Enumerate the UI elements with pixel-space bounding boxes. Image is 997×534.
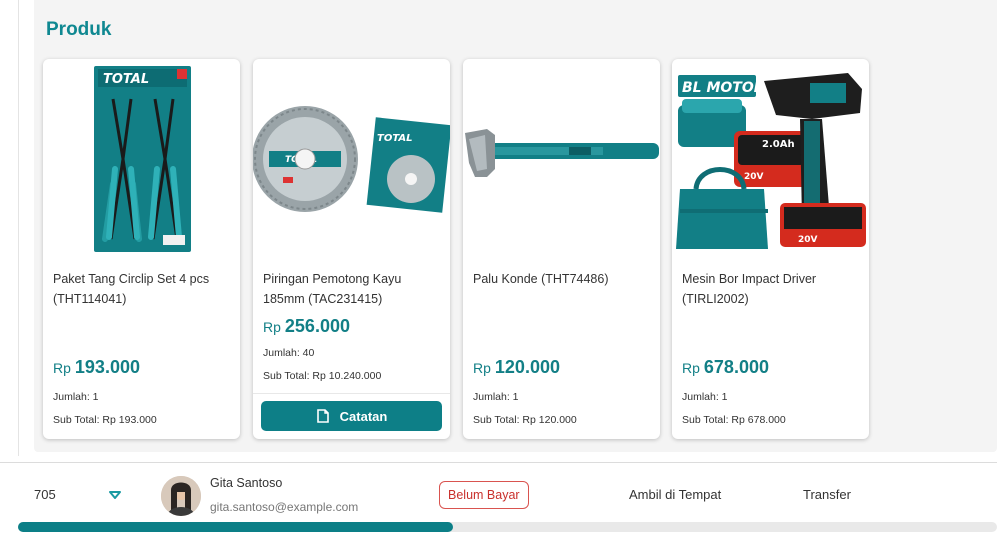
product-quantity: Jumlah: 1 <box>53 391 99 403</box>
brand-logo: TOTAL <box>103 72 149 87</box>
price-value: 256.000 <box>284 316 350 336</box>
product-card[interactable]: TOTAL Paket Tang Circlip Set 4 pcs (THT1… <box>43 59 240 439</box>
section-title: Produk <box>46 19 112 40</box>
product-subtotal: Sub Total: Rp 678.000 <box>682 414 786 426</box>
price-currency: Rp <box>473 360 491 376</box>
product-price: Rp 193.000 <box>53 357 140 378</box>
product-quantity: Jumlah: 40 <box>263 347 315 359</box>
order-row[interactable]: 705 Gita Santoso gita.santoso@example.co… <box>0 462 997 522</box>
product-subtotal: Sub Total: Rp 10.240.000 <box>263 370 382 382</box>
status-badge: Belum Bayar <box>439 481 529 509</box>
price-currency: Rp <box>682 360 700 376</box>
note-button[interactable]: Catatan <box>261 401 442 431</box>
price-value: 120.000 <box>494 357 560 377</box>
price-value: 678.000 <box>703 357 769 377</box>
avatar <box>161 476 201 516</box>
delivery-method: Ambil di Tempat <box>629 487 722 502</box>
order-id: 705 <box>34 487 56 502</box>
product-name: Piringan Pemotong Kayu 185mm (TAC231415) <box>263 272 402 306</box>
svg-text:20V: 20V <box>798 235 818 245</box>
product-card[interactable]: Palu Konde (THT74486) Rp 120.000 Jumlah: … <box>463 59 660 439</box>
product-quantity: Jumlah: 1 <box>473 391 519 403</box>
note-icon <box>316 409 329 423</box>
product-name: Palu Konde (THT74486) <box>473 272 609 286</box>
left-border <box>18 0 19 456</box>
product-card[interactable]: BL MOTOR 2.0Ah 20V 20V Mesin Bor Impact … <box>672 59 869 439</box>
row-divider <box>0 462 997 463</box>
svg-text:2.0Ah: 2.0Ah <box>762 139 795 150</box>
chevron-down-icon[interactable] <box>109 490 121 500</box>
product-image: BL MOTOR 2.0Ah 20V 20V <box>672 59 869 255</box>
payment-method: Transfer <box>803 487 851 502</box>
product-quantity: Jumlah: 1 <box>682 391 728 403</box>
product-subtotal: Sub Total: Rp 193.000 <box>53 414 157 426</box>
svg-text:BL MOTOR: BL MOTOR <box>682 80 765 96</box>
price-currency: Rp <box>53 360 71 376</box>
customer-email: gita.santoso@example.com <box>210 500 359 514</box>
product-name: Mesin Bor Impact Driver (TIRLI2002) <box>682 272 817 306</box>
product-subtotal: Sub Total: Rp 120.000 <box>473 414 577 426</box>
customer-name: Gita Santoso <box>210 476 283 490</box>
svg-text:TOTAL: TOTAL <box>377 133 412 144</box>
scrollbar-thumb[interactable] <box>18 522 453 532</box>
product-price: Rp 256.000 <box>263 316 350 337</box>
svg-text:20V: 20V <box>744 172 764 182</box>
price-value: 193.000 <box>74 357 140 377</box>
note-button-label: Catatan <box>339 408 388 424</box>
product-image <box>463 59 660 255</box>
product-card[interactable]: TOTAL TOTAL Piringan Pemotong Kayu 185mm… <box>253 59 450 439</box>
product-price: Rp 678.000 <box>682 357 769 378</box>
product-image: TOTAL <box>43 59 240 255</box>
card-divider <box>253 393 450 394</box>
product-price: Rp 120.000 <box>473 357 560 378</box>
price-currency: Rp <box>263 319 281 335</box>
product-image: TOTAL TOTAL <box>253 59 450 255</box>
product-name: Paket Tang Circlip Set 4 pcs (THT114041) <box>53 272 210 306</box>
